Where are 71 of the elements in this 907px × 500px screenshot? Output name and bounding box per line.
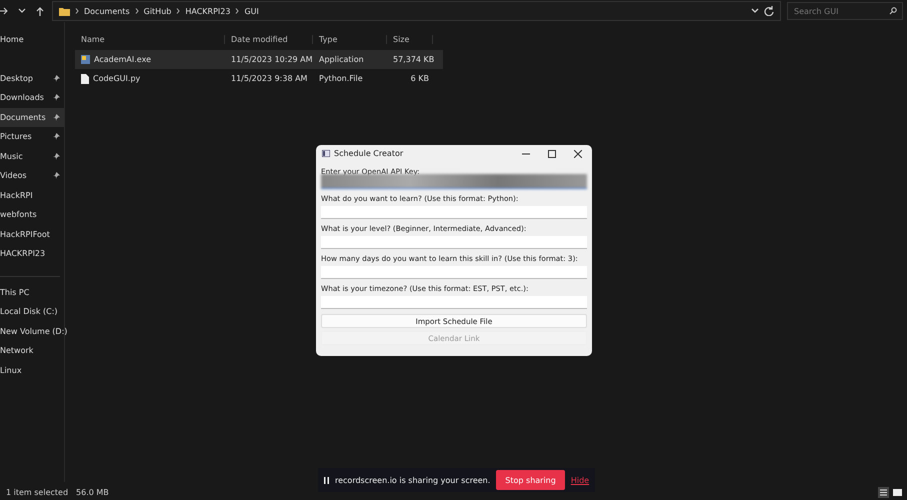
tiles-view-icon[interactable] [892, 487, 903, 498]
input-field[interactable] [321, 206, 587, 219]
pin-icon [53, 114, 60, 121]
sidebar-item[interactable]: Documents [0, 108, 64, 127]
table-cell-text: Application [318, 55, 365, 64]
input-field[interactable] [321, 236, 587, 249]
chevron-right-icon [75, 8, 79, 14]
breadcrumb[interactable]: Documents [84, 6, 130, 16]
sidebar-item[interactable]: Linux [0, 360, 64, 380]
sidebar-item[interactable]: webfonts [0, 205, 64, 224]
sidebar-item[interactable]: HACKRPI23 [0, 244, 64, 264]
pin-icon [53, 172, 60, 180]
refresh-icon[interactable] [764, 6, 774, 16]
input-field[interactable] [321, 174, 587, 189]
chevron-icon[interactable] [18, 8, 26, 14]
forward-arrow-icon[interactable] [0, 7, 8, 15]
pause-icon[interactable] [324, 476, 329, 484]
status-text: 56.0 MB [76, 488, 109, 497]
file-name: AcademAI.exe [94, 55, 151, 64]
file-row[interactable]: AcademAI.exe 11/5/2023 10:29 AM Application 57,374 KB [75, 50, 443, 69]
column-header[interactable]: Name [75, 34, 225, 44]
sidebar-item[interactable]: Downloads [0, 88, 64, 108]
stop-sharing-button[interactable]: Stop sharing [496, 470, 565, 490]
breadcrumb[interactable]: HACKRPI23 [185, 6, 230, 16]
up-arrow-icon[interactable] [36, 6, 44, 16]
breadcrumb[interactable]: GitHub [144, 6, 172, 16]
sidebar-item[interactable]: Videos [0, 166, 64, 186]
column-header[interactable]: Size [387, 34, 433, 44]
sharing-message: recordscreen.io is sharing your screen. [335, 476, 490, 484]
sidebar-item[interactable]: Home [0, 30, 64, 50]
search-field[interactable]: Search GUI [787, 2, 903, 20]
chevron-icon[interactable] [751, 8, 759, 14]
hide-link[interactable]: Hide [570, 476, 590, 484]
sidebar-item[interactable]: Local Disk (C:) [0, 302, 64, 322]
maximize-icon[interactable] [548, 150, 556, 158]
application-icon [81, 55, 90, 64]
sidebar-item[interactable]: Pictures [0, 127, 64, 146]
table-cell-text: 6 KB [410, 74, 430, 83]
chevron-right-icon [176, 8, 180, 14]
pin-icon [53, 152, 60, 160]
column-header[interactable]: Type [313, 34, 387, 44]
chevron-right-icon [235, 8, 240, 14]
sidebar-item[interactable]: Music [0, 146, 64, 166]
column-header[interactable]: Date modified [225, 34, 313, 44]
input-field[interactable] [321, 296, 587, 309]
pin-icon [53, 74, 60, 82]
table-cell-text: 11/5/2023 10:29 AM [230, 55, 313, 64]
document-icon [81, 74, 89, 84]
details-view-icon[interactable] [878, 487, 889, 498]
chevron-right-icon [134, 8, 139, 14]
table-cell-text: Python.File [318, 74, 364, 83]
status-text: 1 item selected [6, 488, 68, 497]
address-bar[interactable]: Documents GitHub HACKRPI23 GUI [52, 1, 781, 21]
app-icon [322, 150, 330, 157]
table-cell-text: 11/5/2023 9:38 AM [230, 74, 308, 83]
sidebar-item[interactable]: This PC [0, 282, 64, 302]
sidebar-item[interactable]: Desktop [0, 68, 64, 88]
search-icon [889, 7, 897, 15]
pin-icon [53, 94, 60, 102]
file-name: CodeGUI.py [93, 74, 140, 83]
window-title: Schedule Creator [334, 149, 404, 158]
sidebar-item[interactable]: HackRPI [0, 186, 64, 205]
folder-icon [59, 6, 70, 16]
pin-icon [53, 133, 60, 140]
input-field[interactable] [321, 266, 587, 279]
close-icon[interactable] [574, 150, 582, 158]
sidebar-item[interactable]: HackRPIFoot [0, 224, 64, 244]
table-cell-text: 57,374 KB [392, 55, 433, 64]
sidebar-item[interactable]: Network [0, 341, 64, 360]
file-row[interactable]: CodeGUI.py 11/5/2023 9:38 AM Python.File 6 KB [75, 69, 443, 88]
breadcrumb[interactable]: GUI [244, 6, 259, 16]
